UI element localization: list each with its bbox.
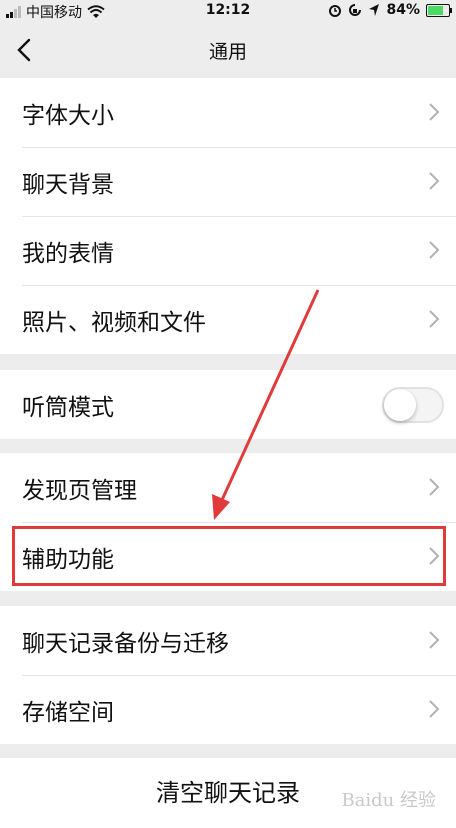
storage-space-item[interactable]: 存储空间 bbox=[0, 675, 456, 744]
general-settings-group: 字体大小 聊天背景 我的表情 照片、视频和文件 bbox=[0, 78, 456, 354]
earpiece-mode-toggle[interactable] bbox=[382, 387, 444, 423]
discover-group: 发现页管理 辅助功能 bbox=[0, 453, 456, 591]
photos-videos-files-item[interactable]: 照片、视频和文件 bbox=[0, 285, 456, 354]
chat-background-item[interactable]: 聊天背景 bbox=[0, 147, 456, 216]
font-size-label: 字体大小 bbox=[22, 102, 114, 129]
discover-management-label: 发现页管理 bbox=[22, 477, 137, 504]
accessibility-item[interactable]: 辅助功能 bbox=[0, 522, 456, 591]
storage-group: 聊天记录备份与迁移 存储空间 bbox=[0, 606, 456, 744]
photos-videos-files-label: 照片、视频和文件 bbox=[22, 309, 206, 336]
my-stickers-label: 我的表情 bbox=[22, 240, 114, 267]
discover-management-item[interactable]: 发现页管理 bbox=[0, 453, 456, 522]
lock-rotation-icon bbox=[349, 4, 362, 16]
chevron-right-icon bbox=[429, 310, 440, 328]
status-bar: 中国移动 12:12 84% bbox=[0, 0, 456, 22]
battery-fill bbox=[428, 5, 443, 15]
chevron-right-icon bbox=[429, 631, 440, 649]
chat-background-label: 聊天背景 bbox=[22, 171, 114, 198]
chevron-right-icon bbox=[429, 172, 440, 190]
earpiece-group: 听筒模式 bbox=[0, 370, 456, 439]
chevron-right-icon bbox=[429, 547, 440, 565]
chevron-right-icon bbox=[429, 478, 440, 496]
accessibility-label: 辅助功能 bbox=[22, 546, 114, 573]
battery-percent: 84% bbox=[386, 2, 420, 18]
page-title: 通用 bbox=[208, 40, 247, 63]
baidu-watermark: Baidu 经验 bbox=[341, 790, 436, 811]
storage-space-label: 存储空间 bbox=[22, 699, 114, 726]
my-stickers-item[interactable]: 我的表情 bbox=[0, 216, 456, 285]
toggle-knob bbox=[384, 389, 416, 421]
location-icon bbox=[369, 4, 380, 16]
nav-bar: 通用 bbox=[0, 22, 456, 78]
earpiece-mode-label: 听筒模式 bbox=[22, 394, 114, 421]
chat-backup-migration-item[interactable]: 聊天记录备份与迁移 bbox=[0, 606, 456, 675]
battery-icon bbox=[426, 3, 452, 17]
chevron-right-icon bbox=[429, 241, 440, 259]
chevron-left-icon[interactable] bbox=[14, 38, 36, 62]
alarm-icon bbox=[329, 5, 342, 17]
earpiece-mode-item: 听筒模式 bbox=[0, 370, 456, 439]
chevron-right-icon bbox=[429, 700, 440, 718]
chevron-right-icon bbox=[429, 103, 440, 121]
status-right: 84% bbox=[328, 2, 452, 18]
font-size-item[interactable]: 字体大小 bbox=[0, 78, 456, 147]
chat-backup-migration-label: 聊天记录备份与迁移 bbox=[22, 630, 229, 657]
